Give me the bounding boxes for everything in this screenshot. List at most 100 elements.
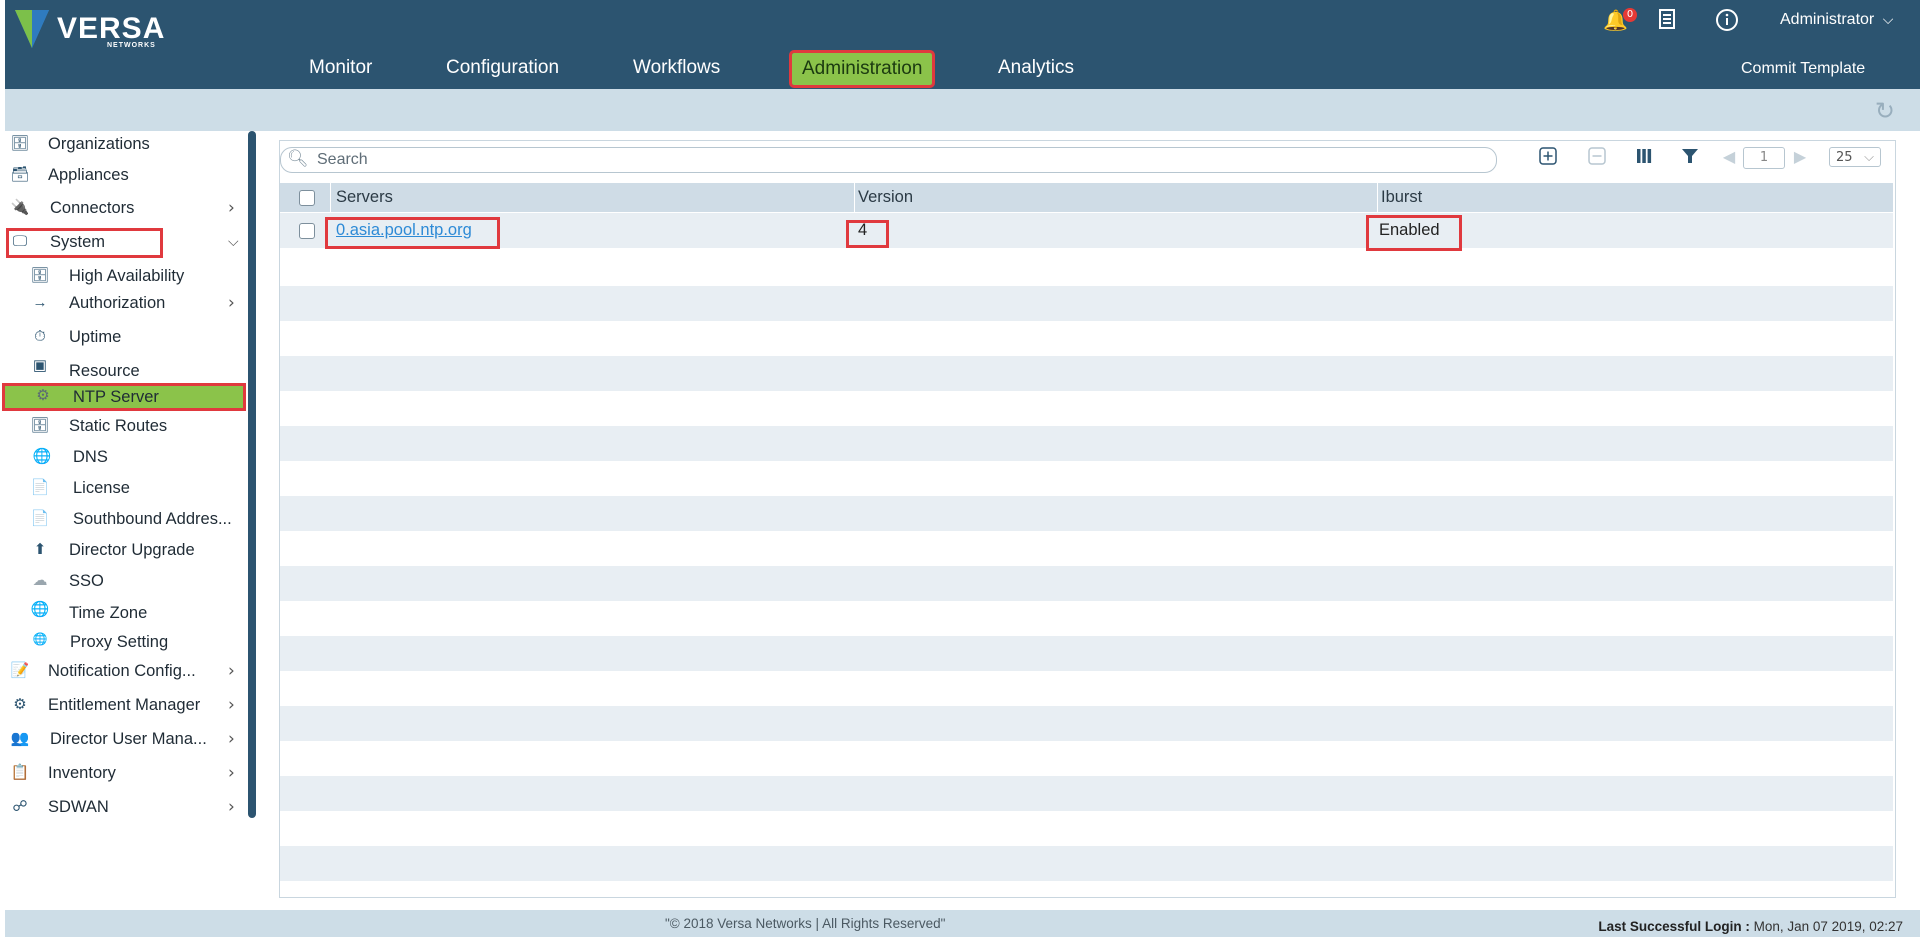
user-name: Administrator xyxy=(1780,11,1875,28)
inventory-icon: 📋 xyxy=(10,764,30,781)
table-row[interactable]: 0.asia.pool.ntp.org 4 Enabled xyxy=(280,213,1893,248)
notification-config-icon: 📝 xyxy=(10,662,30,679)
nav-workflows[interactable]: Workflows xyxy=(633,48,720,88)
sidebar-item-proxy-setting[interactable]: 🌐 Proxy Setting xyxy=(0,629,245,655)
column-divider xyxy=(854,183,855,212)
versa-logo[interactable]: VERSA NETWORKS xyxy=(15,8,185,50)
chevron-right-icon: › xyxy=(228,695,235,715)
nav-administration[interactable]: Administration xyxy=(788,50,936,88)
sidebar-item-notification-config[interactable]: 📝 Notification Config... › xyxy=(0,658,245,684)
columns-icon[interactable] xyxy=(1634,147,1654,167)
sidebar-item-southbound-address[interactable]: 📄 Southbound Addres... xyxy=(0,506,245,532)
sidebar-item-authorization[interactable]: → Authorization › xyxy=(0,290,245,316)
high-availability-icon: 🗄 xyxy=(30,267,50,284)
sidebar-item-label: Organizations xyxy=(48,135,150,153)
info-icon[interactable] xyxy=(1715,8,1739,37)
sidebar-item-label: Entitlement Manager xyxy=(48,696,201,714)
next-page-icon[interactable]: ▶ xyxy=(1793,147,1807,167)
sidebar-item-organizations[interactable]: 🗄 Organizations xyxy=(0,131,245,157)
user-menu[interactable]: Administrator ⌵ xyxy=(1780,11,1893,29)
commit-template-button[interactable]: Commit Template xyxy=(1741,60,1865,78)
chevron-down-icon: ⌵ xyxy=(228,234,239,250)
empty-row xyxy=(280,706,1893,741)
column-header-iburst[interactable]: Iburst xyxy=(1381,183,1422,212)
sidebar-item-label: Director User Mana... xyxy=(50,730,207,748)
nav-monitor[interactable]: Monitor xyxy=(309,48,372,88)
chevron-right-icon: › xyxy=(228,661,235,681)
appliances-icon: 🗃 xyxy=(10,166,30,183)
refresh-icon[interactable]: ↻ xyxy=(1875,97,1895,125)
sidebar-item-label: License xyxy=(73,479,130,497)
sidebar-item-appliances[interactable]: 🗃 Appliances xyxy=(0,162,245,188)
sidebar-item-label: SSO xyxy=(69,572,104,590)
sidebar-item-dns[interactable]: 🌐 DNS xyxy=(0,444,245,470)
remove-icon[interactable] xyxy=(1587,147,1607,167)
filter-icon[interactable] xyxy=(1680,147,1700,167)
director-user-management-icon: 👥 xyxy=(10,730,30,747)
main-nav: Monitor Configuration Workflows Administ… xyxy=(5,48,1105,88)
sidebar-item-sdwan[interactable]: ☍ SDWAN › xyxy=(0,794,245,820)
connectors-icon: 🔌 xyxy=(10,199,30,216)
authorization-icon: → xyxy=(32,294,48,311)
sidebar-item-label: Proxy Setting xyxy=(70,633,169,651)
top-bar: VERSA NETWORKS Monitor Configuration Wor… xyxy=(5,0,1920,89)
sidebar-item-uptime[interactable]: ⏱ Uptime xyxy=(0,324,245,350)
sidebar-item-resource[interactable]: ▣ Resource xyxy=(0,357,245,384)
chevron-down-icon: ⌵ xyxy=(1882,11,1894,27)
prev-page-icon[interactable]: ◀ xyxy=(1722,147,1736,167)
sidebar-item-label: High Availability xyxy=(69,267,185,285)
select-all-checkbox[interactable] xyxy=(299,190,315,206)
sidebar-item-label: Static Routes xyxy=(69,417,168,435)
sidebar-item-static-routes[interactable]: 🗄 Static Routes xyxy=(0,413,245,439)
chevron-right-icon: › xyxy=(228,797,235,817)
sidebar-item-connectors[interactable]: 🔌 Connectors › xyxy=(0,195,245,221)
column-header-version[interactable]: Version xyxy=(858,183,913,212)
clipboard-icon[interactable] xyxy=(1657,8,1677,35)
versa-logo-mark-icon xyxy=(15,10,49,48)
notification-badge: 0 xyxy=(1623,8,1637,22)
add-icon[interactable] xyxy=(1538,147,1558,167)
empty-row xyxy=(280,776,1893,811)
sidebar-item-inventory[interactable]: 📋 Inventory › xyxy=(0,760,245,786)
sidebar-scrollbar[interactable] xyxy=(248,131,256,818)
sidebar-item-director-user-management[interactable]: 👥 Director User Mana... › xyxy=(0,726,245,752)
sidebar-item-label: Connectors xyxy=(50,199,135,217)
page-size-value: 25 xyxy=(1836,150,1853,165)
sidebar-item-license[interactable]: 📄 License xyxy=(0,475,245,501)
sidebar-item-label: Uptime xyxy=(69,328,122,346)
sidebar-item-label: Resource xyxy=(69,362,140,380)
column-header-servers[interactable]: Servers xyxy=(336,183,393,212)
entitlement-manager-icon: ⚙ xyxy=(13,696,27,713)
sidebar-item-entitlement-manager[interactable]: ⚙ Entitlement Manager › xyxy=(0,692,245,718)
search-input[interactable] xyxy=(315,150,1479,170)
southbound-address-icon: 📄 xyxy=(30,510,50,527)
sidebar-item-high-availability[interactable]: 🗄 High Availability xyxy=(0,263,245,289)
sidebar-item-label: Southbound Addres... xyxy=(73,510,232,528)
proxy-setting-icon: 🌐 xyxy=(32,632,48,646)
dns-icon: 🌐 xyxy=(32,448,52,465)
nav-analytics[interactable]: Analytics xyxy=(998,48,1074,88)
nav-configuration[interactable]: Configuration xyxy=(446,48,559,88)
sidebar-item-sso[interactable]: ☁ SSO xyxy=(0,568,245,594)
table-header: Servers Version Iburst xyxy=(280,183,1893,212)
page-number-input[interactable]: 1 xyxy=(1743,147,1785,169)
last-login: Last Successful Login : Mon, Jan 07 2019… xyxy=(1598,919,1903,934)
row-checkbox[interactable] xyxy=(299,223,315,239)
empty-row xyxy=(280,356,1893,391)
sidebar-item-director-upgrade[interactable]: ⬆ Director Upgrade xyxy=(0,537,245,563)
page-size-select[interactable]: 25 ⌵ xyxy=(1829,147,1881,167)
chevron-down-icon: ⌵ xyxy=(1864,150,1874,165)
chevron-right-icon: › xyxy=(228,293,235,313)
license-icon: 📄 xyxy=(30,479,50,496)
search-bar[interactable]: 🔍︎ xyxy=(280,147,1497,173)
sidebar-item-label: Notification Config... xyxy=(48,662,196,680)
static-routes-icon: 🗄 xyxy=(30,417,50,434)
column-divider xyxy=(330,183,331,212)
search-icon: 🔍︎ xyxy=(287,149,309,169)
empty-row xyxy=(280,286,1893,321)
time-zone-icon: 🌐 xyxy=(30,601,50,618)
resource-icon: ▣ xyxy=(32,357,48,374)
sidebar-item-time-zone[interactable]: 🌐 Time Zone xyxy=(0,600,245,626)
uptime-icon: ⏱ xyxy=(34,328,46,345)
version-highlight-box xyxy=(846,220,889,248)
